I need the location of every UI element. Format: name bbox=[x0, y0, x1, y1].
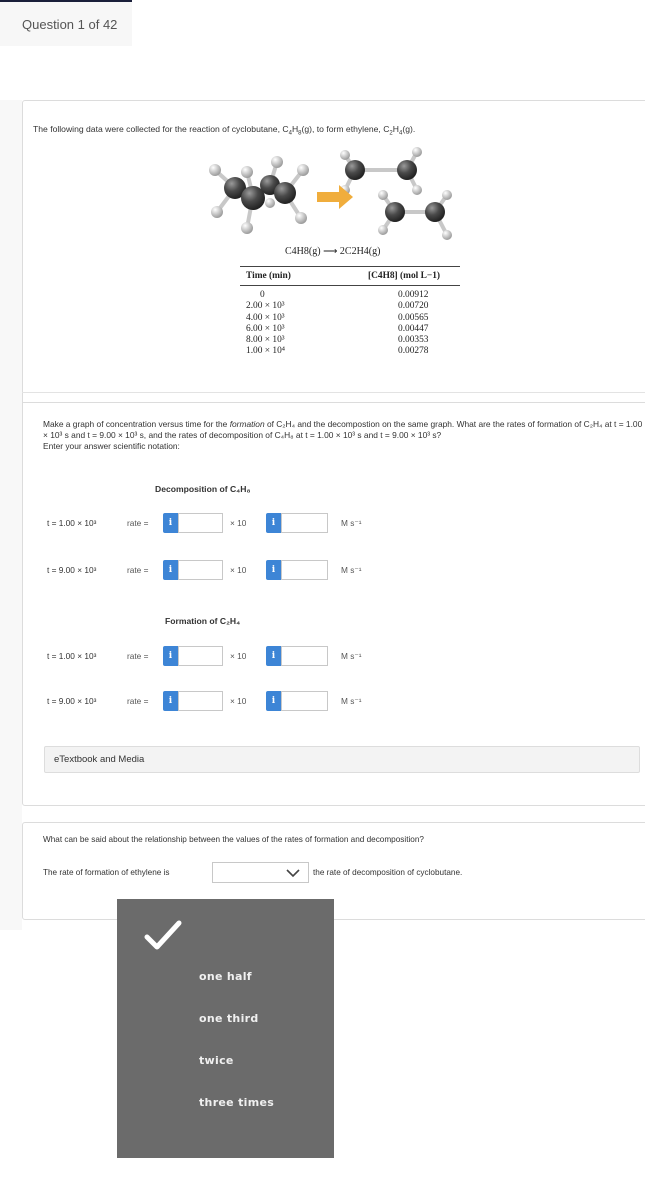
times-ten-label: × 10 bbox=[230, 518, 247, 528]
checkmark-icon bbox=[144, 920, 182, 950]
relationship-dropdown-menu: one half one third twice three times bbox=[117, 899, 334, 1158]
exponent-input[interactable] bbox=[281, 691, 328, 711]
equation-reactant: C4H8(g) bbox=[285, 246, 321, 257]
times-ten-label: × 10 bbox=[230, 651, 247, 661]
instruction: Enter your answer scientific notation: bbox=[43, 441, 180, 452]
header-time: Time (min) bbox=[246, 271, 291, 281]
divider bbox=[22, 392, 645, 393]
unit-label: M s⁻¹ bbox=[341, 565, 362, 575]
equation-arrow: ⟶ bbox=[323, 246, 338, 257]
mantissa-input[interactable] bbox=[178, 513, 223, 533]
formation-title: Formation of C₂H₄ bbox=[165, 616, 241, 626]
rate-label: rate = bbox=[127, 518, 149, 528]
info-button[interactable]: i bbox=[163, 513, 178, 533]
sentence-after: the rate of decomposition of cyclobutane… bbox=[313, 868, 463, 877]
info-button[interactable]: i bbox=[266, 560, 281, 580]
question-counter: Question 1 of 42 bbox=[22, 17, 118, 32]
times-ten-label: × 10 bbox=[230, 696, 247, 706]
time-label: t = 1.00 × 10³ bbox=[47, 518, 97, 528]
time-label: t = 1.00 × 10³ bbox=[47, 651, 97, 661]
table-row: 4.00 × 10³ 0.00565 bbox=[246, 312, 429, 323]
info-button[interactable]: i bbox=[266, 691, 281, 711]
info-button[interactable]: i bbox=[163, 646, 178, 666]
exponent-input[interactable] bbox=[281, 513, 328, 533]
info-button[interactable]: i bbox=[266, 646, 281, 666]
data-table: Time (min) [C4H8] (mol L−1) 0 0.00912 2.0… bbox=[240, 266, 460, 358]
unit-label: M s⁻¹ bbox=[341, 651, 362, 661]
table-row: 2.00 × 10³ 0.00720 bbox=[246, 301, 429, 312]
question-prompt: Make a graph of concentration versus tim… bbox=[43, 419, 643, 452]
table-row: 0 0.00912 bbox=[260, 290, 429, 300]
relationship-select[interactable] bbox=[212, 862, 309, 883]
question-counter-bar: Question 1 of 42 bbox=[0, 0, 132, 46]
unit-label: M s⁻¹ bbox=[341, 518, 362, 528]
option-three-times[interactable]: three times bbox=[199, 1096, 274, 1109]
mantissa-input[interactable] bbox=[178, 691, 223, 711]
etextbook-media-button[interactable]: eTextbook and Media bbox=[44, 746, 640, 773]
left-gutter bbox=[0, 100, 22, 930]
info-button[interactable]: i bbox=[163, 691, 178, 711]
table-row: 1.00 × 10⁴ 0.00278 bbox=[246, 346, 429, 357]
divider bbox=[22, 402, 645, 403]
header-concentration: [C4H8] (mol L−1) bbox=[368, 271, 440, 281]
table-header: Time (min) [C4H8] (mol L−1) bbox=[240, 266, 460, 286]
relationship-question: What can be said about the relationship … bbox=[43, 835, 424, 844]
table-row: 8.00 × 10³ 0.00353 bbox=[246, 335, 429, 346]
times-ten-label: × 10 bbox=[230, 565, 247, 575]
mantissa-input[interactable] bbox=[178, 560, 223, 580]
chevron-down-icon bbox=[286, 869, 300, 878]
problem-intro: The following data were collected for th… bbox=[33, 124, 416, 137]
rate-label: rate = bbox=[127, 696, 149, 706]
exponent-input[interactable] bbox=[281, 646, 328, 666]
time-label: t = 9.00 × 10³ bbox=[47, 565, 97, 575]
rate-label: rate = bbox=[127, 565, 149, 575]
table-row: 6.00 × 10³ 0.00447 bbox=[246, 323, 429, 334]
mantissa-input[interactable] bbox=[178, 646, 223, 666]
exponent-input[interactable] bbox=[281, 560, 328, 580]
info-button[interactable]: i bbox=[163, 560, 178, 580]
option-one-half[interactable]: one half bbox=[199, 970, 252, 983]
unit-label: M s⁻¹ bbox=[341, 696, 362, 706]
equation-product: 2C2H4(g) bbox=[339, 246, 381, 257]
rate-label: rate = bbox=[127, 651, 149, 661]
molecule-reaction-image bbox=[209, 147, 452, 240]
info-button[interactable]: i bbox=[266, 513, 281, 533]
sentence-before: The rate of formation of ethylene is bbox=[43, 868, 170, 877]
time-label: t = 9.00 × 10³ bbox=[47, 696, 97, 706]
option-one-third[interactable]: one third bbox=[199, 1012, 259, 1025]
decomposition-title: Decomposition of C₄H₈ bbox=[155, 484, 251, 494]
etextbook-label: eTextbook and Media bbox=[54, 754, 145, 765]
reaction-equation: C4H8(g) ⟶ 2C2H4(g) bbox=[285, 246, 380, 257]
option-twice[interactable]: twice bbox=[199, 1054, 234, 1067]
